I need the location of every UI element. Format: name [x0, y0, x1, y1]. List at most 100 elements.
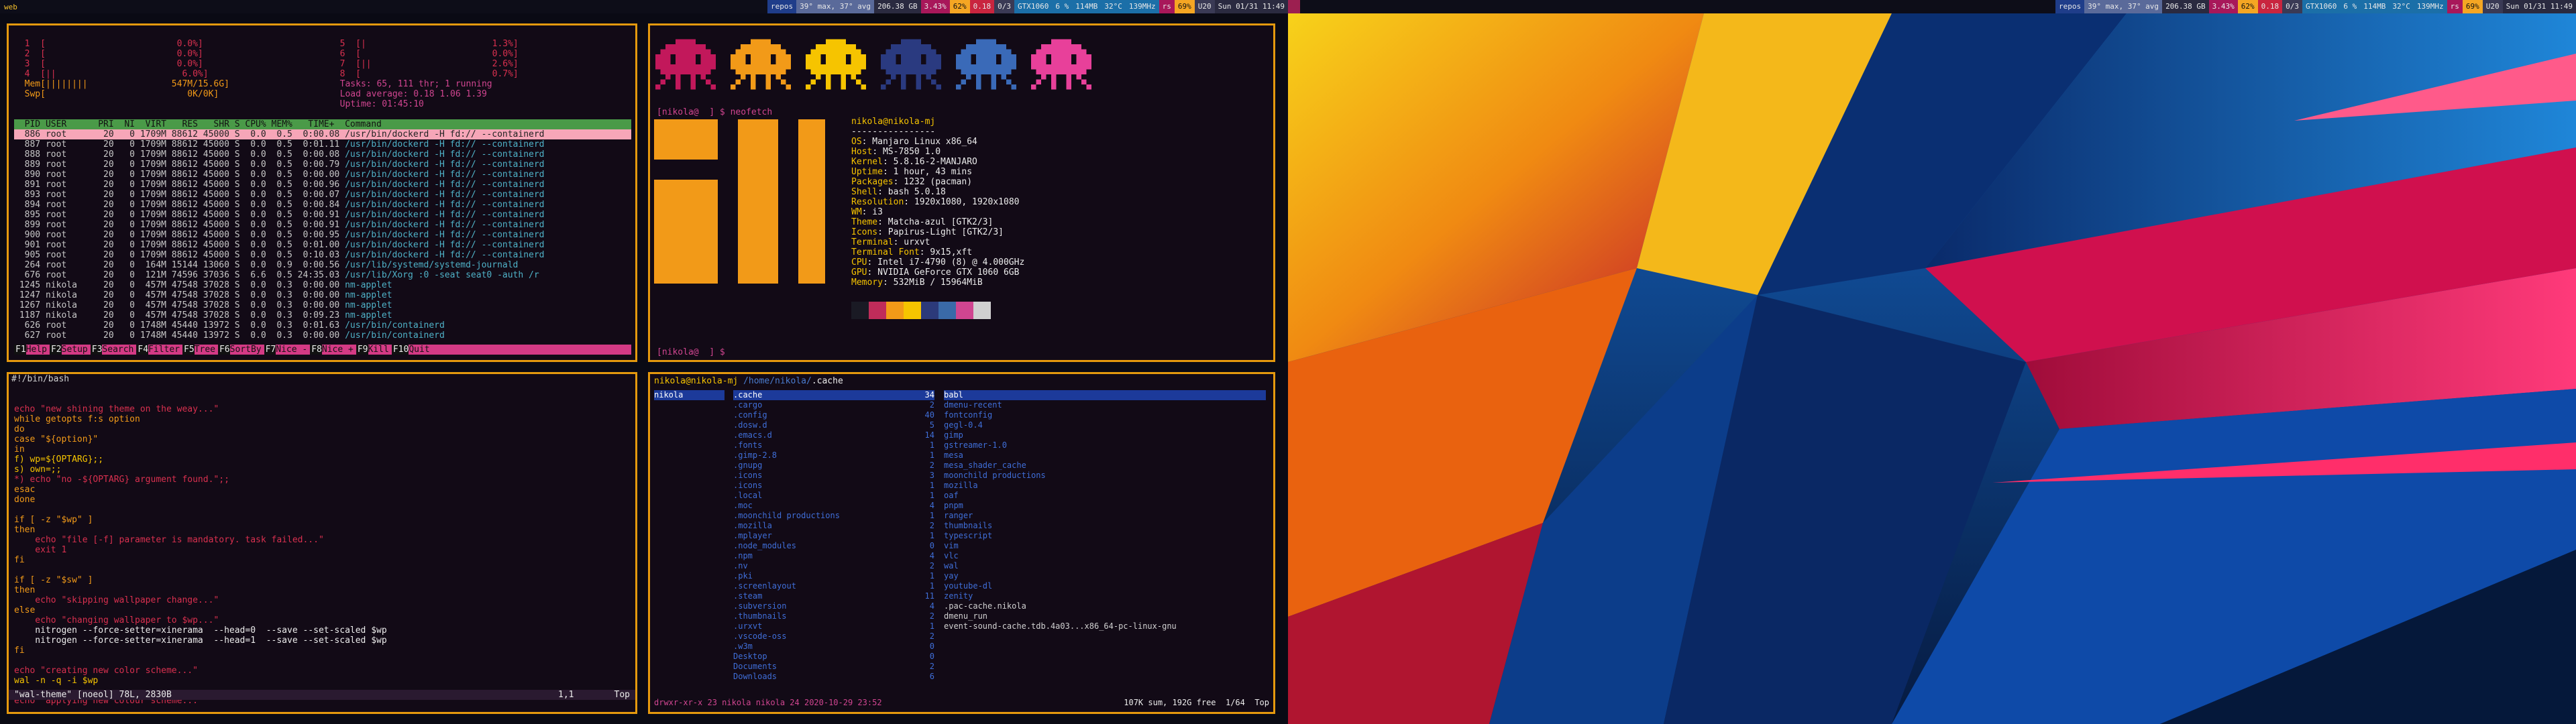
process-row[interactable]: 891 root 20 0 1709M 88612 45000 S 0.0 0.… [14, 180, 631, 190]
directory-entry[interactable]: gstreamer-1.0 [944, 440, 1266, 450]
fkey-label[interactable]: F10 [391, 345, 409, 355]
directory-entry[interactable]: zenity [944, 591, 1266, 601]
fkey-label[interactable]: F9 [356, 345, 368, 355]
directory-entry[interactable]: dmenu-recent [944, 400, 1266, 410]
directory-entry[interactable]: .node_modules 0 [733, 541, 934, 551]
directory-entry[interactable]: .icons 3 [733, 471, 934, 481]
directory-entry[interactable]: ranger [944, 511, 1266, 521]
process-row[interactable]: 1187 nikola 20 0 457M 47548 37028 S 0.0 … [14, 310, 631, 320]
directory-entry[interactable]: moonchild productions [944, 471, 1266, 481]
directory-entry[interactable]: mozilla [944, 481, 1266, 491]
process-row[interactable]: 676 root 20 0 121M 74596 37036 S 6.6 0.5… [14, 270, 631, 280]
fkey-action[interactable]: SortBy [230, 345, 264, 355]
vim-buffer[interactable]: echo "new shining theme on the weay..." w… [14, 394, 387, 706]
fkey-action[interactable]: Filter [148, 345, 182, 355]
fkey-action[interactable]: Search [102, 345, 136, 355]
directory-entry[interactable]: .config 40 [733, 410, 934, 420]
shell-prompt-bottom[interactable]: [nikola@ ] $ [657, 347, 731, 357]
directory-entry[interactable]: .gimp-2.8 1 [733, 450, 934, 461]
directory-entry[interactable]: gegl-0.4 [944, 420, 1266, 430]
directory-entry[interactable]: .w3m 0 [733, 642, 934, 652]
bar-block-volume[interactable]: 69% [1174, 0, 1195, 13]
fkey-label[interactable]: F6 [217, 345, 230, 355]
directory-entry[interactable]: yay [944, 571, 1266, 581]
directory-entry[interactable]: fontconfig [944, 410, 1266, 420]
directory-entry[interactable]: .thumbnails 2 [733, 611, 934, 621]
htop-terminal[interactable]: 1 [ 0.0%] 2 [ 0.0%] 3 [ 0.0%] 4 [|| 6.0%… [7, 23, 637, 362]
directory-entry[interactable]: vim [944, 541, 1266, 551]
bar-block-volume[interactable]: 69% [2462, 0, 2483, 13]
process-row[interactable]: 893 root 20 0 1709M 88612 45000 S 0.0 0.… [14, 190, 631, 200]
neofetch-terminal[interactable]: [nikola@ ] $ neofetch nikola@nikola-mj -… [648, 23, 1275, 362]
fkey-label[interactable]: F8 [310, 345, 322, 355]
fkey-label[interactable]: F4 [136, 345, 149, 355]
workspace-indicator[interactable]: web [0, 2, 21, 12]
directory-entry[interactable]: .steam 11 [733, 591, 934, 601]
fkey-label[interactable]: F3 [90, 345, 103, 355]
process-row[interactable]: 900 root 20 0 1709M 88612 45000 S 0.0 0.… [14, 230, 631, 240]
directory-entry[interactable]: .nv 2 [733, 561, 934, 571]
file-entry[interactable]: .pac-cache.nikola [944, 601, 1266, 611]
process-row[interactable]: 899 root 20 0 1709M 88612 45000 S 0.0 0.… [14, 220, 631, 230]
directory-entry[interactable]: mesa_shader_cache [944, 461, 1266, 471]
directory-entry[interactable]: vlc [944, 551, 1266, 561]
directory-entry[interactable]: .icons 1 [733, 481, 934, 491]
process-row[interactable]: 1267 nikola 20 0 457M 47548 37028 S 0.0 … [14, 300, 631, 310]
fkey-label[interactable]: F1 [14, 345, 26, 355]
directory-entry[interactable]: mesa [944, 450, 1266, 461]
directory-entry[interactable]: .pki 1 [733, 571, 934, 581]
directory-entry[interactable]: .dosw.d 5 [733, 420, 934, 430]
directory-entry[interactable]: .moonchild productions 1 [733, 511, 934, 521]
process-row[interactable]: 887 root 20 0 1709M 88612 45000 S 0.0 0.… [14, 139, 631, 149]
directory-entry[interactable]: .gnupg 2 [733, 461, 934, 471]
process-row[interactable]: 895 root 20 0 1709M 88612 45000 S 0.0 0.… [14, 210, 631, 220]
directory-entry[interactable]: nikola [654, 390, 724, 400]
process-table-header[interactable]: PID USER PRI NI VIRT RES SHR S CPU% MEM%… [14, 119, 631, 129]
file-entry[interactable]: dmenu_run [944, 611, 1266, 621]
process-row[interactable]: 905 root 20 0 1709M 88612 45000 S 0.0 0.… [14, 250, 631, 260]
process-row[interactable]: 890 root 20 0 1709M 88612 45000 S 0.0 0.… [14, 170, 631, 180]
process-row[interactable]: 888 root 20 0 1709M 88612 45000 S 0.0 0.… [14, 149, 631, 160]
directory-entry[interactable]: wal [944, 561, 1266, 571]
process-row[interactable]: 889 root 20 0 1709M 88612 45000 S 0.0 0.… [14, 160, 631, 170]
fkey-action[interactable]: Help [26, 345, 50, 355]
directory-entry[interactable]: Desktop 0 [733, 652, 934, 662]
vim-editor[interactable]: #!/bin/bash echo "new shining theme on t… [7, 372, 637, 714]
directory-entry[interactable]: .local 1 [733, 491, 934, 501]
process-row[interactable]: 1245 nikola 20 0 457M 47548 37028 S 0.0 … [14, 280, 631, 290]
fkey-action[interactable]: Kill [368, 345, 392, 355]
fkey-label[interactable]: F2 [49, 345, 62, 355]
fkey-action[interactable]: Quit [409, 345, 432, 355]
directory-entry[interactable]: .urxvt 1 [733, 621, 934, 631]
directory-entry[interactable]: .npm 4 [733, 551, 934, 561]
directory-entry[interactable]: .mozilla 2 [733, 521, 934, 531]
directory-entry[interactable]: .subversion 4 [733, 601, 934, 611]
ranger-file-manager[interactable]: nikola@nikola-mj /home/nikola/.cache nik… [648, 372, 1275, 714]
process-row[interactable]: 264 root 20 0 164M 15144 13060 S 0.0 0.9… [14, 260, 631, 270]
process-row[interactable]: 627 root 20 0 1748M 45440 13972 S 0.0 0.… [14, 330, 631, 341]
fkey-action[interactable]: Setup [62, 345, 91, 355]
fkey-action[interactable]: Nice - [276, 345, 310, 355]
fkey-action[interactable]: Nice + [322, 345, 356, 355]
directory-entry[interactable]: gimp [944, 430, 1266, 440]
directory-entry[interactable]: Downloads 6 [733, 672, 934, 682]
process-row[interactable]: 886 root 20 0 1709M 88612 45000 S 0.0 0.… [14, 129, 631, 139]
process-row[interactable]: 894 root 20 0 1709M 88612 45000 S 0.0 0.… [14, 200, 631, 210]
file-entry[interactable]: event-sound-cache.tdb.4a03...x86_64-pc-l… [944, 621, 1266, 631]
directory-entry[interactable]: .emacs.d 14 [733, 430, 934, 440]
fkey-label[interactable]: F5 [182, 345, 195, 355]
directory-entry[interactable]: .vscode-oss 2 [733, 631, 934, 642]
directory-entry[interactable]: typescript [944, 531, 1266, 541]
directory-entry[interactable]: .fonts 1 [733, 440, 934, 450]
directory-entry[interactable]: .cargo 2 [733, 400, 934, 410]
fkey-label[interactable]: F7 [264, 345, 276, 355]
directory-entry[interactable]: Documents 2 [733, 662, 934, 672]
directory-entry[interactable]: oaf [944, 491, 1266, 501]
directory-entry[interactable]: .mplayer 1 [733, 531, 934, 541]
process-row[interactable]: 1247 nikola 20 0 457M 47548 37028 S 0.0 … [14, 290, 631, 300]
process-row[interactable]: 901 root 20 0 1709M 88612 45000 S 0.0 0.… [14, 240, 631, 250]
directory-entry[interactable]: pnpm [944, 501, 1266, 511]
directory-entry[interactable]: youtube-dl [944, 581, 1266, 591]
directory-entry[interactable]: babl [944, 390, 1266, 400]
directory-entry[interactable]: thumbnails [944, 521, 1266, 531]
